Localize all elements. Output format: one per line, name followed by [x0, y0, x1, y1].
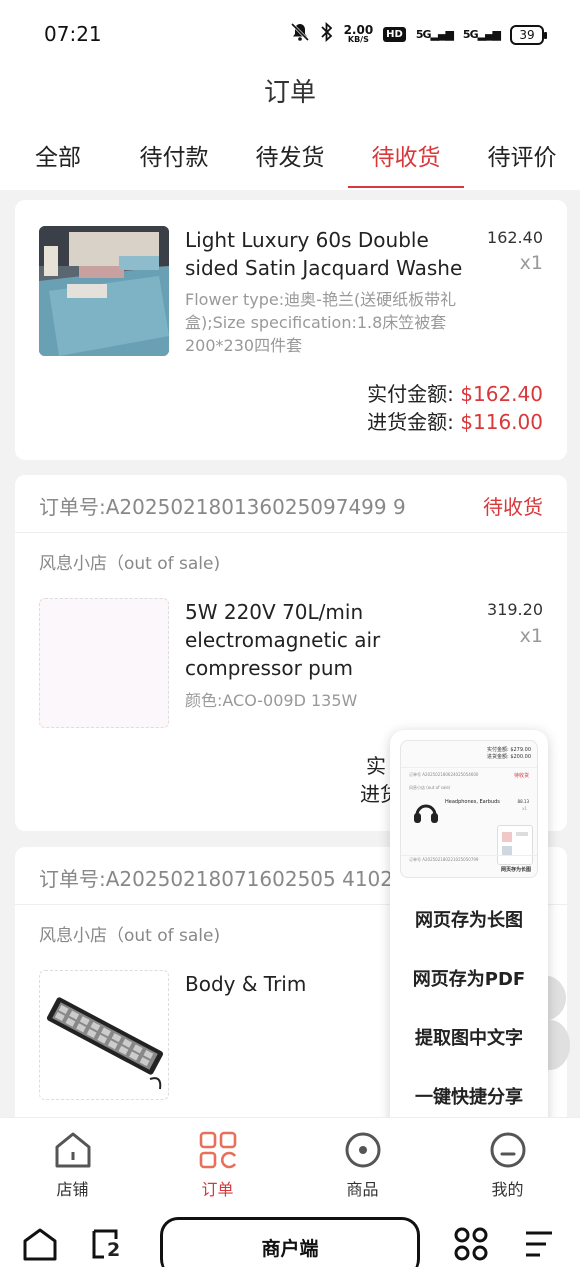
preview-order-no: 订单号 A202502180624025054600	[409, 772, 479, 777]
apps-grid-icon[interactable]	[454, 1227, 488, 1265]
nav-label: 订单	[201, 1180, 234, 1199]
product-name[interactable]: Light Luxury 60s Double sided Satin Jacq…	[185, 226, 465, 282]
order-number: 订单号:A202502180136025097499 9	[39, 495, 406, 519]
page-header: 订单 全部 待付款 待发货 待收货 待评价	[0, 66, 580, 190]
cost-label: 进货金额:	[367, 410, 454, 434]
browser-bottom-bar: 2 商户端	[0, 1207, 580, 1267]
nav-label: 店铺	[56, 1180, 89, 1199]
profile-icon	[490, 1132, 525, 1168]
product-spec: 颜色:ACO-009D 135W	[185, 691, 358, 710]
save-long-image-button[interactable]: 网页存为长图	[390, 906, 548, 932]
product-image	[39, 226, 169, 356]
preview-order-no-2: 订单号 A202502180221025050799	[409, 857, 479, 862]
paid-amount: $162.40	[460, 382, 543, 406]
preview-headphones-image	[411, 797, 441, 831]
bluetooth-icon	[320, 21, 334, 47]
page-title: 订单	[263, 78, 316, 108]
preview-mini-card	[497, 825, 533, 865]
quick-share-button[interactable]: 一键快捷分享	[390, 1083, 548, 1109]
shop-name[interactable]: 风息小店（out of sale)	[39, 549, 220, 574]
nav-label: 我的	[491, 1180, 524, 1199]
status-time: 07:21	[44, 22, 102, 46]
status-bar: 07:21 2.00 KB/S HD 5G▂▄▆ 5G▂▄▆ 39	[0, 0, 580, 66]
merchant-button[interactable]: 商户端	[160, 1217, 420, 1267]
order-header: 订单号:A202502180136025097499 9 待收货	[15, 475, 567, 533]
preview-price: 88.13	[517, 799, 529, 804]
nav-shop[interactable]: 店铺	[0, 1118, 145, 1207]
preview-paid: 实付金额: $279.00	[487, 747, 531, 753]
product-image	[39, 598, 169, 728]
screenshot-preview[interactable]: 实付金额: $279.00 进货金额: $200.00 订单号 A2025021…	[400, 740, 538, 878]
tab-all[interactable]: 全部	[0, 138, 116, 188]
hd-badge: HD	[383, 27, 406, 42]
extract-text-button[interactable]: 提取图中文字	[390, 1024, 548, 1050]
cost-amount: $116.00	[460, 410, 543, 434]
preview-status: 待收货	[513, 773, 529, 779]
tab-pending-payment[interactable]: 待付款	[116, 138, 232, 188]
order-number: 订单号:A20250218071602505 41025	[39, 867, 406, 891]
net-speed-value: 2.00	[343, 22, 374, 37]
signal-icon: 5G▂▄▆	[415, 28, 454, 41]
orders-grid-icon	[199, 1131, 236, 1169]
preview-footer: 网页存为长图	[500, 867, 531, 873]
product-qty: x1	[519, 625, 543, 647]
order-totals: 实付金额: $162.40 进货金额: $116.00	[367, 380, 543, 436]
preview-cost: 进货金额: $200.00	[487, 754, 531, 760]
net-speed-unit: KB/S	[347, 34, 369, 44]
tab-pending-receipt[interactable]: 待收货	[348, 138, 464, 188]
signal-icon-2: 5G▂▄▆	[462, 28, 501, 41]
screenshot-share-menu: 实付金额: $279.00 进货金额: $200.00 订单号 A2025021…	[390, 730, 548, 1134]
product-qty: x1	[519, 252, 543, 274]
home-icon[interactable]	[22, 1227, 58, 1265]
battery-icon: 39	[510, 24, 547, 45]
bottom-nav: 店铺 订单 商品 我的	[0, 1117, 580, 1207]
shop-icon	[55, 1132, 90, 1168]
paid-label: 实付金额:	[367, 382, 454, 406]
tab-pending-shipment[interactable]: 待发货	[232, 138, 348, 188]
order-tabs: 全部 待付款 待发货 待收货 待评价	[0, 138, 580, 188]
nav-products[interactable]: 商品	[290, 1118, 435, 1207]
save-pdf-button[interactable]: 网页存为PDF	[390, 965, 548, 991]
signal-1-label: 5G	[415, 28, 432, 41]
tabs-button[interactable]: 2	[90, 1227, 126, 1265]
product-price: 162.40	[487, 228, 543, 247]
tabs-count: 2	[107, 1239, 121, 1261]
nav-orders[interactable]: 订单	[145, 1118, 290, 1207]
product-circle-icon	[345, 1132, 380, 1168]
nav-label: 商品	[346, 1180, 379, 1199]
mute-bell-icon	[290, 22, 310, 47]
product-spec: Flower type:迪奥-艳兰(送硬纸板带礼盒);Size specific…	[185, 290, 457, 355]
menu-icon[interactable]	[522, 1227, 556, 1265]
preview-qty: x1	[522, 806, 527, 811]
tab-pending-review[interactable]: 待评价	[464, 138, 580, 188]
status-icons: 2.00 KB/S HD 5G▂▄▆ 5G▂▄▆ 39	[290, 21, 547, 47]
order-status: 待收货	[483, 495, 543, 519]
product-name[interactable]: 5W 220V 70L/min electromagnetic air comp…	[185, 598, 465, 682]
preview-shop: 风息小店 (out of sale)	[409, 785, 451, 790]
product-image	[39, 970, 169, 1100]
shop-name[interactable]: 风息小店（out of sale)	[39, 921, 220, 946]
signal-2-label: 5G	[462, 28, 479, 41]
product-price: 319.20	[487, 600, 543, 619]
net-speed: 2.00 KB/S	[343, 22, 374, 45]
order-card[interactable]: Light Luxury 60s Double sided Satin Jacq…	[15, 200, 567, 460]
nav-profile[interactable]: 我的	[435, 1118, 580, 1207]
preview-product-name: Headphones, Earbuds	[445, 799, 500, 805]
